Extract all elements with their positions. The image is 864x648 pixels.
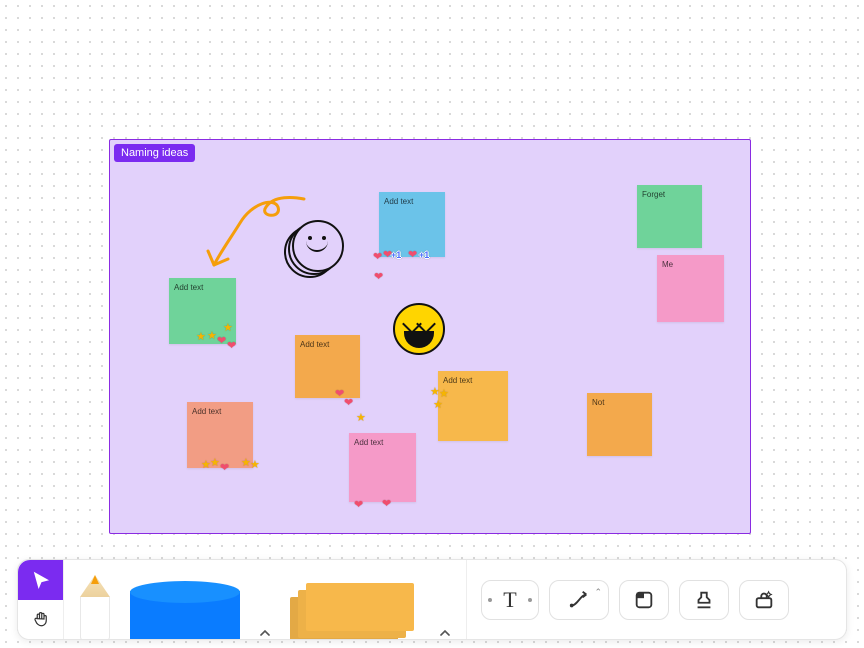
heart-icon[interactable]: ❤ <box>408 248 417 261</box>
star-icon[interactable]: ★ <box>210 456 220 469</box>
heart-icon[interactable]: ❤ <box>344 396 353 409</box>
pencil-icon <box>80 575 110 639</box>
star-icon[interactable]: ★ <box>223 321 233 334</box>
frame-icon <box>633 589 655 611</box>
hand-mode-button[interactable] <box>18 600 63 640</box>
text-tool[interactable]: T <box>481 580 539 620</box>
heart-icon[interactable]: ❤ <box>382 497 391 510</box>
laugh-emoji-stamp[interactable] <box>393 303 445 355</box>
more-tools[interactable] <box>739 580 789 620</box>
frame-naming-ideas[interactable]: Naming ideas Add text Add text Add text … <box>109 139 751 534</box>
connector-tool[interactable]: ⌃ <box>549 580 609 620</box>
heart-icon[interactable]: ❤ <box>220 461 229 474</box>
toolbox-sparkle-icon <box>753 589 775 611</box>
toolbar: T ⌃ <box>17 559 847 640</box>
stamp-tool[interactable] <box>679 580 729 620</box>
sticky-stack-icon <box>290 583 420 639</box>
sticky-orange-2[interactable]: Not <box>587 393 652 456</box>
heart-icon[interactable]: ❤ <box>373 250 382 263</box>
sticky-pink-2[interactable]: Me <box>657 255 724 322</box>
star-icon[interactable]: ★ <box>433 398 443 411</box>
star-icon[interactable]: ★ <box>356 411 366 424</box>
text-icon: T <box>503 587 516 613</box>
heart-icon[interactable]: ❤ <box>354 498 363 511</box>
connector-icon <box>568 589 590 611</box>
frame-tool[interactable] <box>619 580 669 620</box>
star-icon[interactable]: ★ <box>196 330 206 343</box>
plus1-reaction[interactable]: +1 <box>419 250 429 260</box>
star-icon[interactable]: ★ <box>207 329 217 342</box>
stamp-icon <box>693 589 715 611</box>
cylinder-icon <box>130 581 240 639</box>
chevron-up-icon: ⌃ <box>594 587 602 598</box>
sticky-pink-1[interactable]: Add text <box>349 433 416 502</box>
sticky-amber[interactable]: Add text <box>438 371 508 441</box>
heart-icon[interactable]: ❤ <box>217 334 226 347</box>
sticky-green-2[interactable]: Forget <box>637 185 702 248</box>
shape-tool[interactable] <box>120 560 250 639</box>
frame-label[interactable]: Naming ideas <box>114 144 195 162</box>
plus1-reaction[interactable]: +1 <box>391 250 401 260</box>
star-icon[interactable]: ★ <box>250 458 260 471</box>
heart-icon[interactable]: ❤ <box>374 270 383 283</box>
sticky-orange-1[interactable]: Add text <box>295 335 360 398</box>
sticky-tool-caret[interactable] <box>430 627 460 639</box>
select-mode-button[interactable] <box>18 560 63 600</box>
canvas[interactable]: Naming ideas Add text Add text Add text … <box>0 0 864 648</box>
heart-icon[interactable]: ❤ <box>335 387 344 400</box>
shape-tool-caret[interactable] <box>250 627 280 639</box>
sticky-tool[interactable] <box>280 560 430 639</box>
face-drawing[interactable] <box>284 220 344 280</box>
pen-tool[interactable] <box>70 560 120 639</box>
heart-icon[interactable]: ❤ <box>227 339 236 352</box>
